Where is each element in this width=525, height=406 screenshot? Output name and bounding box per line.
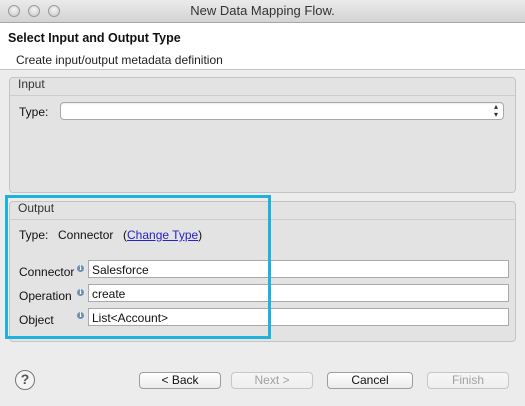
connector-label: Connector [19, 265, 75, 279]
output-group-title: Output [18, 201, 55, 215]
operation-info-icon[interactable]: i [77, 289, 84, 296]
change-type-wrapper: (Change Type) [123, 228, 202, 242]
window-titlebar: New Data Mapping Flow. [0, 0, 525, 23]
page-description: Create input/output metadata definition [16, 53, 223, 67]
object-field[interactable] [88, 308, 509, 326]
input-group: Input Type: ▴ ▾ [9, 77, 516, 193]
connector-field[interactable] [88, 260, 509, 278]
connector-info-icon[interactable]: i [77, 265, 84, 272]
select-arrows-icon: ▴ ▾ [493, 102, 498, 119]
object-label: Object [19, 313, 54, 327]
operation-label: Operation [19, 289, 72, 303]
object-info-icon[interactable]: i [77, 312, 84, 319]
finish-button[interactable]: Finish [427, 372, 509, 389]
wizard-header: Select Input and Output Type Create inpu… [0, 23, 525, 70]
window-title: New Data Mapping Flow. [190, 3, 335, 18]
output-group-divider [10, 219, 515, 220]
change-type-close-paren: ) [198, 228, 203, 242]
page-title: Select Input and Output Type [8, 31, 181, 45]
change-type-link[interactable]: Change Type [127, 228, 198, 242]
output-group: Output Type: Connector (Change Type) Con… [9, 201, 516, 342]
next-button[interactable]: Next > [231, 372, 313, 389]
cancel-button[interactable]: Cancel [327, 372, 413, 389]
output-type-value: Connector [58, 228, 114, 242]
input-group-divider [10, 95, 515, 96]
input-group-title: Input [18, 77, 45, 91]
output-type-label: Type: [19, 228, 49, 242]
operation-field[interactable] [88, 284, 509, 302]
input-type-label: Type: [19, 105, 49, 119]
help-icon[interactable]: ? [15, 370, 35, 390]
back-button[interactable]: < Back [139, 372, 221, 389]
input-type-select[interactable]: ▴ ▾ [60, 102, 504, 120]
